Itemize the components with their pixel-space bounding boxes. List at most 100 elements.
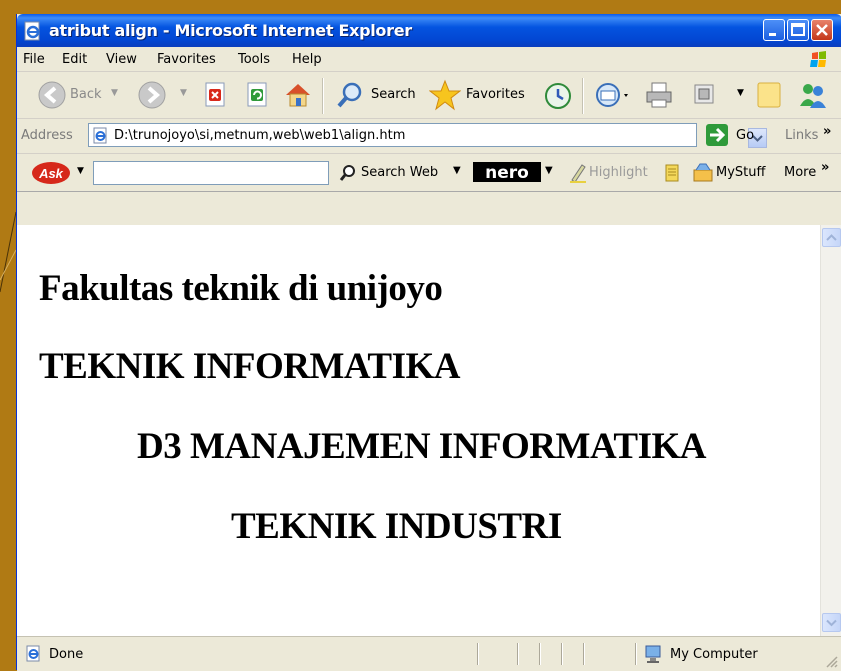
- mystuff-icon: [693, 163, 713, 182]
- chevron-down-icon: [826, 619, 837, 627]
- search-icon: [337, 82, 362, 108]
- mail-icon: [596, 83, 628, 107]
- highlight-button[interactable]: Highlight: [589, 165, 648, 180]
- forward-dropdown-icon[interactable]: ▼: [180, 88, 187, 98]
- address-input[interactable]: D:\trunojoyo\si,metnum,web\web1\align.ht…: [88, 123, 767, 148]
- edit-icon: [694, 84, 714, 104]
- status-separator: [583, 643, 585, 665]
- print-icon: [646, 82, 672, 108]
- vertical-scrollbar[interactable]: [820, 225, 841, 636]
- mystuff-button[interactable]: MyStuff: [716, 165, 765, 180]
- history-button[interactable]: [543, 81, 573, 115]
- minimize-button[interactable]: [763, 19, 785, 41]
- close-button[interactable]: [811, 19, 833, 41]
- address-label: Address: [21, 128, 73, 143]
- ask-logo[interactable]: Ask: [31, 161, 71, 185]
- ie-page-icon: [24, 21, 40, 41]
- home-button[interactable]: [283, 80, 313, 114]
- more-chevron-icon[interactable]: »: [821, 160, 829, 175]
- computer-icon: [645, 645, 661, 663]
- discuss-icon: [757, 82, 781, 108]
- resize-grip-icon[interactable]: [823, 653, 839, 669]
- menu-file[interactable]: File: [23, 52, 45, 67]
- more-button[interactable]: More: [784, 165, 816, 180]
- toolbar-separator: [322, 78, 324, 114]
- go-button-label[interactable]: Go: [736, 128, 754, 143]
- discuss-button[interactable]: [757, 81, 783, 113]
- back-icon: [38, 81, 66, 109]
- status-bar: Done My Computer: [17, 636, 841, 671]
- page-heading-faculty: Fakultas teknik di unijoyo: [39, 268, 443, 309]
- messenger-icon: [800, 84, 826, 108]
- go-arrow-icon[interactable]: [706, 124, 728, 146]
- ie-page-icon: [93, 127, 107, 144]
- links-label[interactable]: Links: [785, 128, 818, 143]
- svg-text:Ask: Ask: [38, 166, 64, 181]
- mail-button[interactable]: [595, 82, 631, 112]
- ask-dropdown-icon[interactable]: ▼: [77, 166, 84, 176]
- back-button[interactable]: [37, 80, 67, 114]
- status-separator: [561, 643, 563, 665]
- edit-dropdown-icon[interactable]: ▼: [737, 88, 744, 98]
- status-separator: [517, 643, 519, 665]
- highlight-icon: [570, 164, 586, 183]
- search-button[interactable]: [335, 80, 365, 114]
- forward-icon: [138, 81, 166, 109]
- menu-tools[interactable]: Tools: [238, 52, 270, 67]
- address-value[interactable]: D:\trunojoyo\si,metnum,web\web1\align.ht…: [114, 128, 405, 143]
- refresh-icon: [247, 82, 267, 107]
- menu-view[interactable]: View: [106, 52, 137, 67]
- home-icon: [286, 84, 310, 107]
- ask-toolbar: Ask ▼ Search Web ▼ nero ▼ Highlight MySt…: [17, 155, 841, 192]
- notepad-icon[interactable]: [664, 163, 680, 183]
- status-text: Done: [49, 647, 84, 662]
- history-icon: [545, 83, 571, 109]
- back-label[interactable]: Back: [70, 87, 102, 102]
- menu-favorites[interactable]: Favorites: [157, 52, 216, 67]
- nero-logo[interactable]: nero: [473, 162, 541, 182]
- svg-text:nero: nero: [485, 163, 529, 182]
- ie-page-icon: [26, 645, 40, 662]
- close-icon: [816, 24, 828, 36]
- scroll-up-button[interactable]: [822, 228, 841, 247]
- forward-button[interactable]: [137, 80, 167, 114]
- security-zone-text: My Computer: [670, 647, 758, 662]
- standard-toolbar: Back ▼ ▼ Search Favorites ▼: [17, 72, 841, 119]
- search-web-dropdown-icon[interactable]: ▼: [453, 165, 461, 176]
- page-heading-informatics: TEKNIK INFORMATIKA: [39, 346, 460, 387]
- refresh-button[interactable]: [246, 82, 270, 112]
- address-bar: Address D:\trunojoyo\si,metnum,web\web1\…: [17, 119, 841, 154]
- page-heading-industrial: TEKNIK INDUSTRI: [231, 506, 562, 547]
- maximize-icon: [791, 23, 805, 36]
- search-label[interactable]: Search: [371, 87, 416, 102]
- menu-edit[interactable]: Edit: [62, 52, 87, 67]
- status-separator: [635, 643, 637, 665]
- menu-help[interactable]: Help: [292, 52, 322, 67]
- back-dropdown-icon[interactable]: ▼: [111, 88, 118, 98]
- favorites-label[interactable]: Favorites: [466, 87, 525, 102]
- title-bar[interactable]: atribut align - Microsoft Internet Explo…: [17, 14, 841, 47]
- status-separator: [539, 643, 541, 665]
- browser-window: atribut align - Microsoft Internet Explo…: [16, 14, 841, 671]
- status-separator: [477, 643, 479, 665]
- search-web-button[interactable]: Search Web: [361, 165, 438, 180]
- scroll-down-button[interactable]: [822, 613, 841, 632]
- search-icon: [339, 165, 355, 181]
- messenger-button[interactable]: [797, 80, 829, 114]
- favorites-star-icon: [428, 79, 462, 111]
- edit-button[interactable]: [693, 83, 717, 111]
- stop-button[interactable]: [204, 82, 228, 112]
- minimize-icon: [769, 33, 776, 36]
- links-chevron-icon[interactable]: »: [823, 124, 831, 139]
- print-button[interactable]: [644, 80, 674, 114]
- page-content: Fakultas teknik di unijoyo TEKNIK INFORM…: [17, 225, 820, 636]
- window-title: atribut align - Microsoft Internet Explo…: [49, 21, 412, 40]
- maximize-button[interactable]: [787, 19, 809, 41]
- chevron-up-icon: [826, 234, 837, 241]
- favorites-button[interactable]: [428, 79, 462, 115]
- ask-search-input[interactable]: [93, 161, 329, 185]
- nero-dropdown-icon[interactable]: ▼: [545, 165, 553, 176]
- page-heading-d3-management: D3 MANAJEMEN INFORMATIKA: [137, 426, 707, 467]
- stop-icon: [205, 82, 225, 107]
- menu-bar: File Edit View Favorites Tools Help: [17, 47, 841, 72]
